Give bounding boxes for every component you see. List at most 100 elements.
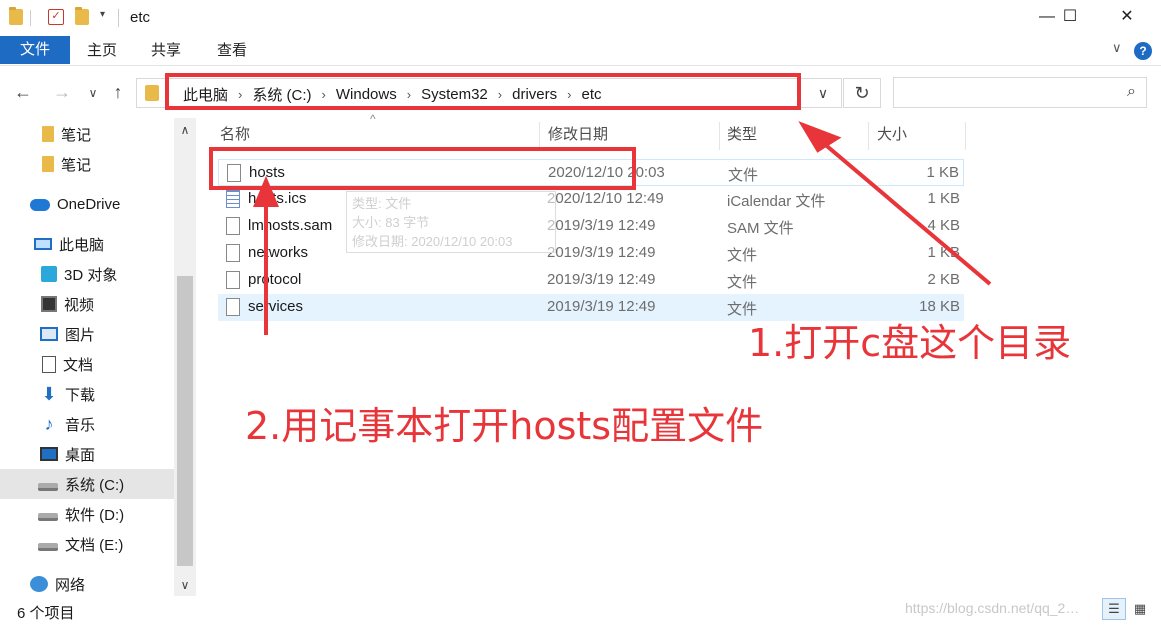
sidebar-item-pictures[interactable]: 图片 xyxy=(0,319,174,349)
window-title: etc xyxy=(130,9,151,26)
file-type: SAM 文件 xyxy=(727,220,794,237)
sidebar-item-notes[interactable]: 笔记 xyxy=(0,119,174,149)
sidebar-item-onedrive[interactable]: OneDrive xyxy=(0,189,174,219)
table-row[interactable]: lmhosts.sam 2019/3/19 12:49 SAM 文件 4 KB xyxy=(218,213,964,240)
file-name: lmhosts.sam xyxy=(248,217,333,234)
customize-quick-access-icon[interactable]: ▾ xyxy=(100,9,105,20)
column-header-size[interactable]: 大小 xyxy=(869,118,964,152)
divider xyxy=(118,9,119,27)
sidebar-item-downloads[interactable]: ⬇ 下载 xyxy=(0,379,174,409)
recent-locations-button[interactable]: ∨ xyxy=(82,86,104,100)
table-row[interactable]: hosts.ics 2020/12/10 12:49 iCalendar 文件 … xyxy=(218,186,964,213)
address-dropdown-button[interactable]: ∨ xyxy=(808,78,838,108)
close-button[interactable]: ✕ xyxy=(1104,0,1150,36)
computer-icon xyxy=(34,238,52,250)
title-bar: ✓ ▾ etc — ☐ ✕ xyxy=(0,0,1161,36)
file-tooltip: 类型: 文件 大小: 83 字节 修改日期: 2020/12/10 20:03 xyxy=(346,191,556,253)
scrollbar-thumb[interactable] xyxy=(177,276,193,566)
file-modified: 2020/12/10 12:49 xyxy=(547,190,664,207)
back-button[interactable]: ← xyxy=(12,82,34,103)
sidebar-item-label: 软件 (D:) xyxy=(65,506,125,524)
search-icon[interactable]: ⌕ xyxy=(1127,83,1136,101)
column-header-type[interactable]: 类型 xyxy=(719,118,867,152)
sidebar-item-this-pc[interactable]: 此电脑 xyxy=(0,229,174,259)
sidebar-item-d-drive[interactable]: 软件 (D:) xyxy=(0,499,174,529)
file-type: 文件 xyxy=(728,167,759,184)
up-button[interactable]: ↑ xyxy=(107,82,129,103)
file-icon xyxy=(226,298,240,316)
3d-objects-icon xyxy=(41,266,57,282)
sidebar-item-label: 网络 xyxy=(55,576,86,594)
sidebar-item-label: 文档 (E:) xyxy=(65,536,124,554)
sidebar-item-label: 笔记 xyxy=(61,126,92,144)
forward-button[interactable]: → xyxy=(51,82,73,103)
sidebar-item-documents[interactable]: 文档 xyxy=(0,349,174,379)
maximize-button[interactable]: ☐ xyxy=(1047,0,1093,36)
drive-icon xyxy=(38,542,58,551)
sidebar-item-label: 此电脑 xyxy=(59,236,105,254)
folder-icon xyxy=(42,156,54,172)
file-modified: 2019/3/19 12:49 xyxy=(547,271,656,288)
divider xyxy=(30,10,31,26)
folder-icon xyxy=(145,85,159,101)
table-row[interactable]: networks 2019/3/19 12:49 文件 1 KB xyxy=(218,240,964,267)
music-icon: ♪ xyxy=(44,414,54,434)
sidebar-item-music[interactable]: ♪ 音乐 xyxy=(0,409,174,439)
file-icon xyxy=(226,217,240,235)
file-type: 文件 xyxy=(727,274,758,291)
scroll-up-icon[interactable]: ∧ xyxy=(174,120,196,140)
sidebar-item-label: 系统 (C:) xyxy=(65,476,125,494)
sidebar-item-label: 桌面 xyxy=(65,446,96,464)
properties-icon[interactable]: ✓ xyxy=(48,9,64,25)
file-size: 1 KB xyxy=(927,244,960,261)
sidebar-item-3d-objects[interactable]: 3D 对象 xyxy=(0,259,174,289)
tooltip-type: 类型: 文件 xyxy=(352,196,412,211)
file-modified: 2019/3/19 12:49 xyxy=(547,244,656,261)
sidebar-item-label: 图片 xyxy=(65,326,96,344)
help-button[interactable]: ? xyxy=(1134,42,1152,60)
file-size: 2 KB xyxy=(927,271,960,288)
file-name: services xyxy=(248,298,304,315)
drive-icon xyxy=(38,482,58,491)
folder-icon xyxy=(9,7,23,25)
sidebar-item-label: OneDrive xyxy=(57,195,121,213)
folder-icon xyxy=(42,126,54,142)
file-type: 文件 xyxy=(727,247,758,264)
details-view-icon[interactable]: ☰ xyxy=(1102,598,1126,620)
file-modified: 2019/3/19 12:49 xyxy=(547,298,656,315)
ribbon-tabs: 文件 主页 共享 查看 ∨ xyxy=(0,36,1161,66)
file-name: networks xyxy=(248,244,309,261)
refresh-button[interactable]: ↻ xyxy=(843,78,881,108)
tab-file[interactable]: 文件 xyxy=(0,36,70,64)
sidebar-item-desktop[interactable]: 桌面 xyxy=(0,439,174,469)
file-size: 1 KB xyxy=(927,190,960,207)
sidebar-item-network[interactable]: 网络 xyxy=(0,569,174,599)
calendar-file-icon xyxy=(226,190,240,208)
file-name: protocol xyxy=(248,271,302,288)
scroll-down-icon[interactable]: ∨ xyxy=(174,575,196,595)
tooltip-modified: 修改日期: 2020/12/10 20:03 xyxy=(352,234,513,249)
annotation-step-1: 1.打开c盘这个目录 xyxy=(748,321,1072,365)
table-row[interactable]: protocol 2019/3/19 12:49 文件 2 KB xyxy=(218,267,964,294)
sidebar-item-c-drive[interactable]: 系统 (C:) xyxy=(0,469,174,499)
sidebar-item-e-drive[interactable]: 文档 (E:) xyxy=(0,529,174,559)
navigation-pane: 笔记 笔记 OneDrive 此电脑 3D 对象 视频 图片 文档 ⬇ 下载 ♪… xyxy=(0,118,196,596)
tab-share[interactable]: 共享 xyxy=(151,36,181,64)
sidebar-item-label: 视频 xyxy=(64,296,95,314)
file-icon xyxy=(226,244,240,262)
sidebar-scrollbar[interactable]: ∧ ∨ xyxy=(174,118,196,596)
download-icon: ⬇ xyxy=(41,384,57,404)
file-name: hosts.ics xyxy=(248,190,307,207)
sidebar-item-videos[interactable]: 视频 xyxy=(0,289,174,319)
new-folder-icon[interactable] xyxy=(75,7,89,25)
tab-view[interactable]: 查看 xyxy=(217,36,247,64)
search-input[interactable]: ⌕ xyxy=(893,77,1147,108)
divider[interactable] xyxy=(965,122,966,150)
annotation-address-box xyxy=(165,73,801,110)
expand-ribbon-icon[interactable]: ∨ xyxy=(1112,40,1122,56)
file-icon xyxy=(226,271,240,289)
tab-home[interactable]: 主页 xyxy=(87,36,117,64)
large-icons-view-icon[interactable]: ▦ xyxy=(1128,598,1152,620)
annotation-hosts-box xyxy=(209,147,636,190)
sidebar-item-notes[interactable]: 笔记 xyxy=(0,149,174,179)
